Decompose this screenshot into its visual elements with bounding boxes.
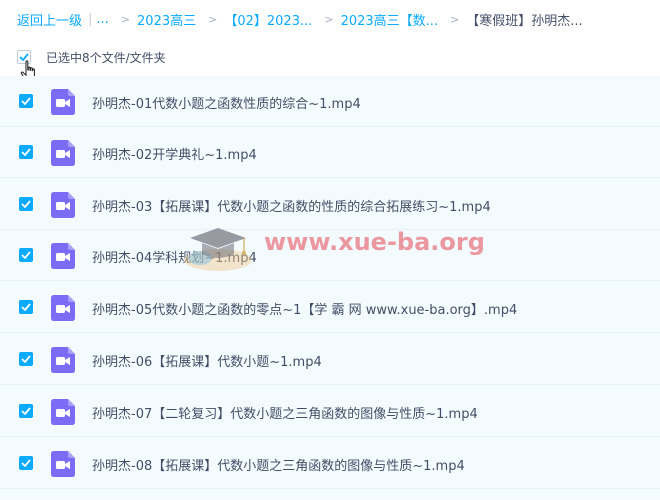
video-file-icon — [51, 347, 75, 373]
breadcrumb-divider: | — [88, 11, 93, 27]
video-file-icon — [51, 399, 75, 425]
file-checkbox[interactable] — [19, 300, 33, 314]
chevron-right-icon: > — [120, 12, 131, 26]
file-checkbox[interactable] — [19, 145, 33, 159]
chevron-right-icon: > — [450, 12, 460, 26]
video-file-icon — [51, 243, 75, 269]
check-icon — [21, 459, 31, 467]
breadcrumb: 返回上一级 | ... > 2023高三 > 【02】2023... > 202… — [17, 8, 583, 30]
check-icon — [21, 355, 31, 363]
check-icon — [21, 251, 31, 259]
file-checkbox[interactable] — [19, 197, 33, 211]
file-row[interactable]: 孙明杰-02开学典礼~1.mp4 — [0, 127, 660, 178]
file-checkbox[interactable] — [19, 248, 33, 262]
back-link[interactable]: 返回上一级 — [17, 10, 82, 29]
breadcrumb-ellipsis[interactable]: ... — [96, 12, 108, 27]
file-checkbox[interactable] — [19, 404, 33, 418]
chevron-right-icon: > — [208, 12, 218, 26]
file-name[interactable]: 孙明杰-01代数小题之函数性质的综合~1.mp4 — [92, 93, 361, 112]
file-name[interactable]: 孙明杰-06【拓展课】代数小题~1.mp4 — [92, 351, 322, 370]
check-icon — [21, 303, 31, 311]
check-icon — [21, 200, 31, 208]
file-name[interactable]: 孙明杰-07【二轮复习】代数小题之三角函数的图像与性质~1.mp4 — [92, 403, 478, 422]
check-icon — [21, 407, 31, 415]
file-list: 孙明杰-01代数小题之函数性质的综合~1.mp4 孙明杰-02开学典礼~1.mp… — [0, 76, 660, 500]
file-name[interactable]: 孙明杰-03【拓展课】代数小题之函数的性质的综合拓展练习~1.mp4 — [92, 196, 491, 215]
breadcrumb-current: 【寒假班】孙明杰... — [466, 13, 583, 29]
video-file-icon — [51, 192, 75, 218]
video-file-icon — [51, 89, 75, 115]
breadcrumb-item[interactable]: 2023高三 — [137, 10, 196, 29]
breadcrumb-item[interactable]: 【02】2023... — [224, 10, 312, 29]
file-row[interactable]: 孙明杰-01代数小题之函数性质的综合~1.mp4 — [0, 76, 660, 127]
video-file-icon — [51, 295, 75, 321]
file-row[interactable]: 孙明杰-03【拓展课】代数小题之函数的性质的综合拓展练习~1.mp4 — [0, 179, 660, 230]
file-row[interactable]: 孙明杰-07【二轮复习】代数小题之三角函数的图像与性质~1.mp4 — [0, 386, 660, 437]
file-checkbox[interactable] — [19, 456, 33, 470]
breadcrumb-item[interactable]: 2023高三【数... — [341, 10, 438, 29]
check-icon — [21, 97, 31, 105]
file-name[interactable]: 孙明杰-04学科规划~1.mp4 — [92, 247, 257, 266]
file-row[interactable]: 孙明杰-04学科规划~1.mp4 — [0, 230, 660, 281]
selection-status: 已选中8个文件/文件夹 — [46, 50, 166, 65]
chevron-right-icon: > — [324, 12, 334, 26]
file-name[interactable]: 孙明杰-05代数小题之函数的零点~1【学 霸 网 www.xue-ba.org】… — [92, 299, 517, 318]
file-row[interactable]: 孙明杰-08【拓展课】代数小题之三角函数的图像与性质~1.mp4 — [0, 438, 660, 489]
video-file-icon — [51, 140, 75, 166]
file-checkbox[interactable] — [19, 352, 33, 366]
video-file-icon — [51, 451, 75, 477]
file-name[interactable]: 孙明杰-02开学典礼~1.mp4 — [92, 144, 257, 163]
file-name[interactable]: 孙明杰-08【拓展课】代数小题之三角函数的图像与性质~1.mp4 — [92, 455, 465, 474]
file-row[interactable]: 孙明杰-05代数小题之函数的零点~1【学 霸 网 www.xue-ba.org】… — [0, 282, 660, 333]
file-row[interactable]: 孙明杰-06【拓展课】代数小题~1.mp4 — [0, 334, 660, 385]
check-icon — [21, 148, 31, 156]
file-checkbox[interactable] — [19, 94, 33, 108]
